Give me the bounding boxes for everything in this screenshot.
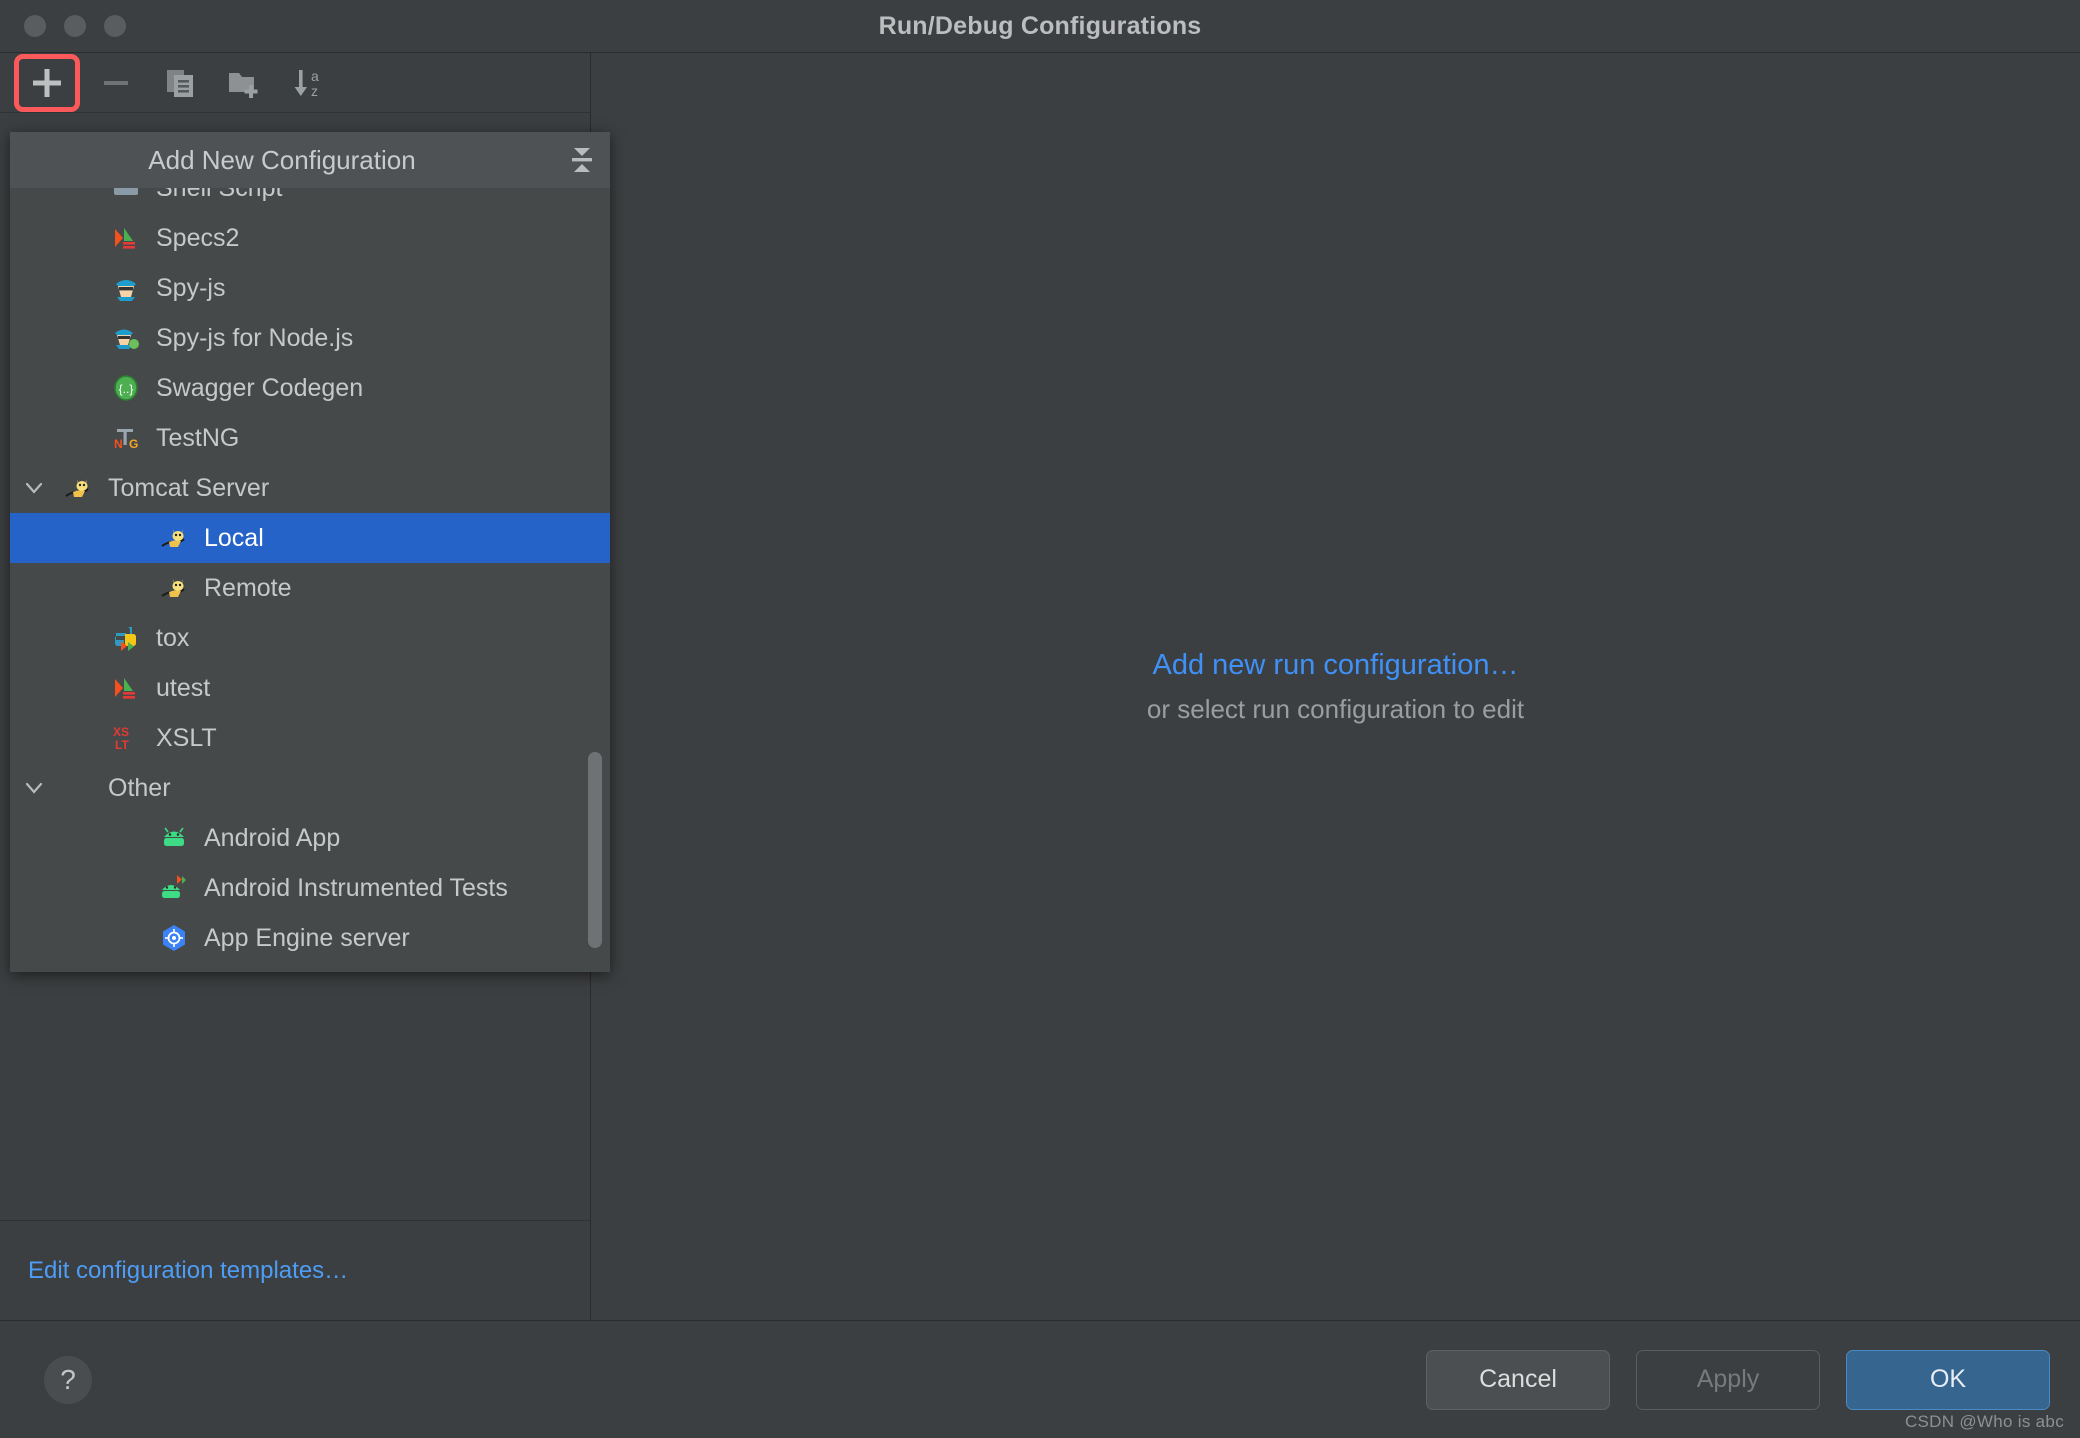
config-type-item[interactable]: Local <box>10 513 610 563</box>
config-type-label: Other <box>108 773 171 802</box>
minus-icon <box>104 80 128 85</box>
config-type-item[interactable]: Android Instrumented Tests <box>10 863 610 913</box>
svg-text:z: z <box>311 83 318 99</box>
spy-js-icon <box>106 273 146 303</box>
configuration-editor-panel: Add new run configuration… or select run… <box>591 53 2080 1320</box>
config-type-item[interactable]: N G TestNG <box>10 413 610 463</box>
config-type-label: tox <box>156 623 190 652</box>
copy-icon <box>167 69 193 97</box>
config-type-item[interactable]: Specs2 <box>10 213 610 263</box>
cancel-button[interactable]: Cancel <box>1426 1349 1610 1410</box>
chevron-down-icon <box>25 782 43 794</box>
add-new-run-configuration-link[interactable]: Add new run configuration… <box>1153 649 1519 682</box>
run-debug-configurations-dialog: Run/Debug Configurations a z Edit config… <box>0 0 2080 1438</box>
config-type-label: Specs2 <box>156 223 240 252</box>
minimize-button[interactable] <box>64 15 86 37</box>
title-bar: Run/Debug Configurations <box>0 0 2080 53</box>
config-type-item[interactable]: Spy-js <box>10 263 610 313</box>
close-button[interactable] <box>24 15 46 37</box>
config-type-item[interactable]: {..} Swagger Codegen <box>10 363 610 413</box>
app-engine-icon <box>154 923 194 953</box>
plus-icon <box>33 68 61 97</box>
remove-configuration-button[interactable] <box>88 59 144 107</box>
help-button[interactable]: ? <box>44 1355 92 1404</box>
config-type-label: Swagger Codegen <box>156 373 364 402</box>
popup-title: Add New Configuration <box>148 144 416 175</box>
tomcat-icon <box>58 473 98 503</box>
config-type-item[interactable]: tox <box>10 613 610 663</box>
swagger-codegen-icon: {..} <box>106 373 146 403</box>
config-type-label: Shell Script <box>146 188 282 203</box>
collapse-all-button[interactable] <box>554 145 610 175</box>
watermark: CSDN @Who is abc <box>1904 1412 2064 1431</box>
edit-templates-bar: Edit configuration templates… <box>0 1220 590 1320</box>
add-new-configuration-popup: Add New Configuration Shell Script Specs2… <box>10 132 610 972</box>
shell-script-icon <box>106 188 146 203</box>
config-type-label: Spy-js for Node.js <box>156 323 354 352</box>
collapse-all-icon <box>572 148 592 172</box>
dialog-footer: ? Cancel Apply OK CSDN @Who is abc <box>0 1320 2080 1438</box>
new-folder-button[interactable] <box>216 59 272 107</box>
config-type-item[interactable]: Android App <box>10 813 610 863</box>
configuration-type-list[interactable]: Shell Script Specs2 Spy-js Spy-js for Node.… <box>10 188 610 972</box>
config-type-label: utest <box>156 673 211 702</box>
spy-js-node-icon <box>106 323 146 353</box>
config-type-item[interactable]: Tomcat Server <box>10 463 610 513</box>
page-title: Run/Debug Configurations <box>878 11 1202 40</box>
config-type-item[interactable]: Remote <box>10 563 610 613</box>
tomcat-icon <box>154 523 194 553</box>
tox-icon <box>106 623 146 653</box>
config-type-label: Tomcat Server <box>108 473 270 502</box>
xslt-icon: XS LT <box>106 723 146 753</box>
ok-button[interactable]: OK <box>1846 1349 2050 1410</box>
svg-text:a: a <box>311 68 319 84</box>
svg-text:LT: LT <box>115 738 129 752</box>
config-type-label: Local <box>204 523 264 552</box>
sort-alphabetical-icon: a z <box>294 68 319 99</box>
apply-button: Apply <box>1636 1349 1820 1410</box>
config-type-label: XSLT <box>156 723 217 752</box>
configurations-toolbar: a z <box>0 53 590 113</box>
config-type-item[interactable]: utest <box>10 663 610 713</box>
copy-configuration-button[interactable] <box>152 59 208 107</box>
svg-text:XS: XS <box>113 725 129 739</box>
add-configuration-button[interactable] <box>14 53 80 112</box>
config-type-item[interactable]: Database Script <box>10 963 610 972</box>
config-type-item[interactable]: App Engine server <box>10 913 610 963</box>
expand-toggle[interactable] <box>10 477 58 499</box>
config-type-item[interactable]: Shell Script <box>10 188 610 213</box>
dialog-body: a z Edit configuration templates… Add ne… <box>0 53 2080 1320</box>
config-type-label: Android App <box>204 823 341 852</box>
config-type-label: Remote <box>204 573 292 602</box>
utest-icon <box>106 673 146 703</box>
editor-hint-text: or select run configuration to edit <box>1146 693 1525 724</box>
config-type-label: Spy-js <box>156 273 226 302</box>
edit-configuration-templates-link[interactable]: Edit configuration templates… <box>28 1257 348 1285</box>
config-type-label: App Engine server <box>204 923 410 952</box>
chevron-down-icon <box>25 482 43 494</box>
svg-text:{..}: {..} <box>119 382 134 396</box>
config-type-item[interactable]: Spy-js for Node.js <box>10 313 610 363</box>
config-type-item[interactable]: XS LT XSLT <box>10 713 610 763</box>
specs2-icon <box>106 223 146 253</box>
tomcat-icon <box>154 573 194 603</box>
maximize-button[interactable] <box>104 15 126 37</box>
svg-text:G: G <box>129 437 138 451</box>
testng-icon: NG <box>106 423 146 453</box>
window-controls <box>0 15 126 37</box>
android-tests-icon <box>154 873 194 903</box>
svg-text:N: N <box>114 437 123 451</box>
android-icon <box>154 823 194 853</box>
config-type-item[interactable]: Other <box>10 763 610 813</box>
config-type-label: TestNG <box>156 423 240 452</box>
config-type-label: Android Instrumented Tests <box>204 873 508 902</box>
new-folder-icon <box>229 72 258 98</box>
sort-configurations-button[interactable]: a z <box>280 59 336 107</box>
popup-header: Add New Configuration <box>10 132 610 188</box>
expand-toggle[interactable] <box>10 777 58 799</box>
